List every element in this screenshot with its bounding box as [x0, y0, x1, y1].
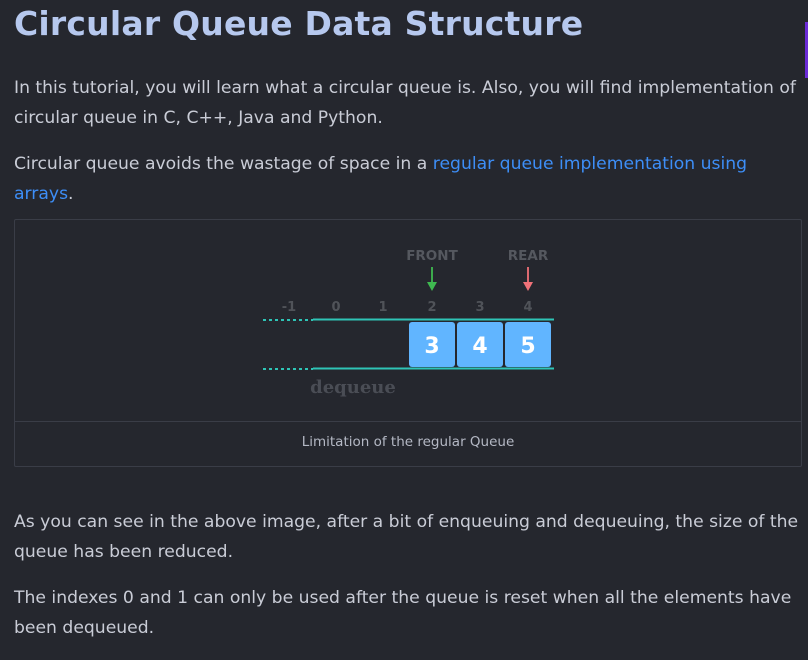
p2-suffix: . — [68, 184, 74, 204]
p2-prefix: Circular queue avoids the wastage of spa… — [14, 154, 433, 174]
intro-paragraph: In this tutorial, you will learn what a … — [14, 78, 796, 128]
front-arrow-icon — [427, 267, 437, 291]
index-label: 2 — [427, 300, 436, 315]
paragraph-wastage: Circular queue avoids the wastage of spa… — [14, 149, 799, 209]
figure-caption: Limitation of the regular Queue — [301, 434, 515, 450]
index-label: 0 — [331, 300, 340, 315]
page-title: Circular Queue Data Structure — [14, 4, 584, 43]
index-label: 1 — [378, 300, 387, 315]
front-label: FRONT — [406, 248, 458, 264]
cell-value: 5 — [520, 334, 535, 359]
queue-diagram: FRONT REAR -1 0 1 2 3 4 3 4 5 dequeue — [263, 248, 554, 398]
rear-label: REAR — [508, 248, 549, 264]
paragraph-indexes: The indexes 0 and 1 can only be used aft… — [14, 588, 792, 638]
index-label: 4 — [523, 300, 532, 315]
page: Circular Queue Data Structure In this tu… — [0, 0, 808, 660]
cell-value: 4 — [472, 334, 487, 359]
figure-divider — [15, 421, 801, 422]
rear-arrow-icon — [523, 267, 533, 291]
queue-cell: 5 — [505, 322, 551, 367]
dequeue-label: dequeue — [310, 377, 396, 398]
queue-cell: 4 — [457, 322, 503, 367]
cell-value: 3 — [424, 334, 439, 359]
queue-cell: 3 — [409, 322, 455, 367]
figure: FRONT REAR -1 0 1 2 3 4 3 4 5 dequeue Li… — [14, 219, 802, 467]
paragraph-size-reduced: As you can see in the above image, after… — [14, 512, 799, 562]
index-label: 3 — [475, 300, 484, 315]
index-label: -1 — [282, 300, 296, 315]
